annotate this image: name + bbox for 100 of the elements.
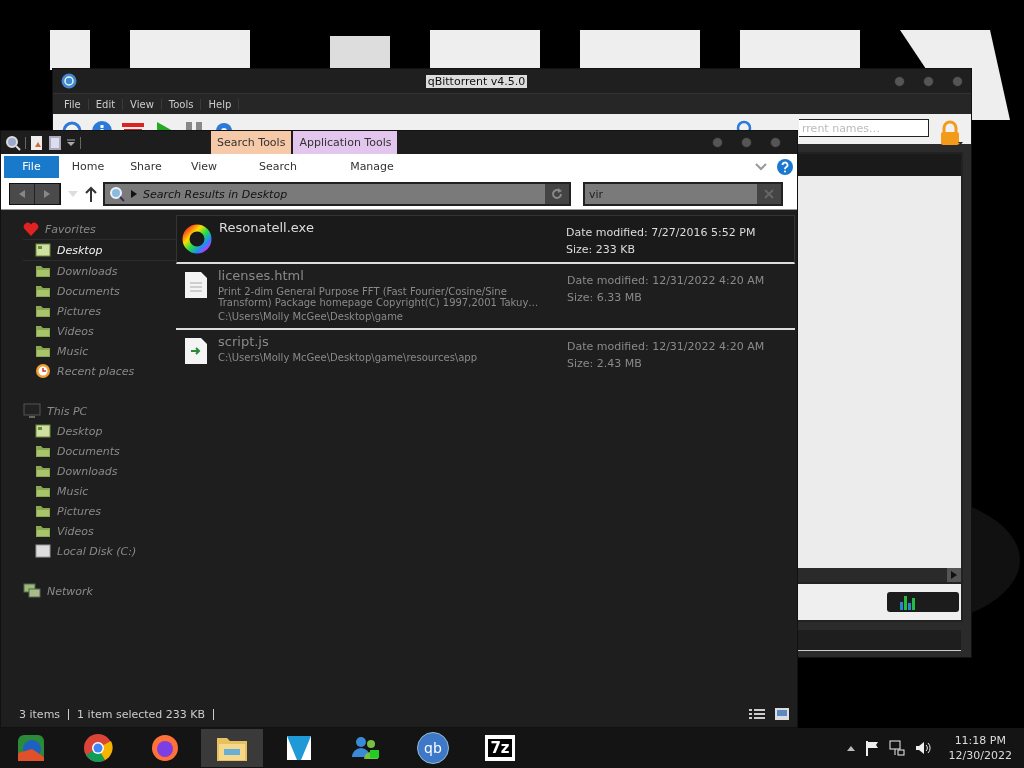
file-size: Size: 233 KB: [566, 243, 637, 256]
nav-item[interactable]: Documents: [23, 441, 176, 461]
nav-item[interactable]: Videos: [23, 521, 176, 541]
folder-icon: [35, 284, 51, 298]
file-path: C:\Users\Molly McGee\Desktop\game\resources\app: [218, 352, 479, 363]
show-hidden-icons-icon[interactable]: [846, 745, 855, 751]
menu-item[interactable]: File: [57, 98, 89, 110]
folder-icon: [35, 524, 51, 538]
browser-icon[interactable]: [83, 733, 113, 763]
network-icon[interactable]: [888, 740, 905, 756]
back-button[interactable]: [10, 184, 35, 204]
document-icon: [184, 271, 208, 299]
date-modified: Date modified: 12/31/2022 4:20 AM: [567, 274, 766, 287]
ribbon-tab[interactable]: View: [175, 155, 233, 178]
folder-icon: [35, 264, 51, 278]
file-size: Size: 6.33 MB: [567, 291, 643, 304]
nav-item[interactable]: Downloads: [23, 461, 176, 481]
browser-icon[interactable]: [150, 733, 180, 763]
ribbon-tab[interactable]: Search: [243, 155, 313, 178]
folder-icon: [35, 464, 51, 478]
arrow-icon[interactable]: [951, 571, 957, 579]
folder-icon: [35, 484, 51, 498]
context-tab[interactable]: Search Tools: [211, 131, 292, 154]
desktop-icon: [35, 243, 51, 257]
search-box[interactable]: vir: [583, 182, 783, 206]
file-path: C:\Users\Molly McGee\Desktop\game: [218, 311, 405, 322]
nav-item[interactable]: Local Disk (C:): [23, 541, 176, 561]
nav-group-header[interactable]: Network: [23, 581, 176, 601]
address-bar[interactable]: Search Results in Desktop: [103, 182, 571, 206]
network-icon: [23, 583, 41, 599]
editor-app-icon[interactable]: [284, 733, 314, 763]
folder-icon: [35, 344, 51, 358]
file-name: licenses.html: [218, 268, 305, 283]
drive-icon: [35, 544, 51, 558]
result-item[interactable]: script.js C:\Users\Molly McGee\Desktop\game\resources\app Date modified: 12/31/2022 4:20 AM Size: 2.43 MB: [176, 330, 795, 376]
folder-icon: [35, 324, 51, 338]
result-item[interactable]: Resonatell.exe Date modified: 7/27/2016 5:52 PM Size: 233 KB: [176, 215, 795, 264]
search-icon[interactable]: [5, 134, 21, 151]
file-name: Resonatell.exe: [219, 220, 315, 235]
menu-item[interactable]: Edit: [88, 98, 124, 110]
help-icon[interactable]: [777, 158, 793, 175]
desktop-icon: [35, 424, 51, 438]
nav-item[interactable]: Recent places: [23, 361, 176, 381]
nav-group-header[interactable]: This PC: [23, 401, 176, 421]
refresh-button[interactable]: [545, 184, 569, 204]
context-tab[interactable]: Application Tools: [293, 131, 398, 154]
scroll-right-button[interactable]: [947, 568, 961, 582]
heart-icon: [23, 221, 39, 237]
clock-date[interactable]: 12/30/2022: [948, 749, 1012, 762]
dropdown-icon[interactable]: [66, 137, 76, 148]
explorer-window[interactable]: [0, 130, 798, 728]
folder-icon: [35, 444, 51, 458]
nav-item[interactable]: Pictures: [23, 501, 176, 521]
monitor-icon: [23, 403, 41, 419]
file-description: Print 2-dim General Purpose FFT (Fast Fourier/Cosine/Sine Transform) Package homepage Copyright(C) 1997,2001 Takuy…: [218, 286, 540, 308]
bar-chart-icon: [899, 594, 915, 610]
nav-item[interactable]: Music: [23, 341, 176, 361]
menu-item[interactable]: Tools: [161, 98, 202, 110]
nav-item[interactable]: Videos: [23, 321, 176, 341]
nav-item[interactable]: Desktop: [23, 239, 176, 261]
color-wheel-icon: [181, 223, 213, 255]
nav-item[interactable]: Pictures: [23, 301, 176, 321]
ribbon-tab[interactable]: Home: [59, 155, 117, 178]
properties-icon[interactable]: [30, 134, 44, 151]
flag-icon[interactable]: [864, 740, 879, 756]
speed-widget[interactable]: [887, 592, 959, 612]
script-file-icon: [184, 337, 208, 365]
people-icon[interactable]: [350, 735, 382, 761]
chevron-icon[interactable]: [755, 162, 767, 171]
clock-time[interactable]: 11:18 PM: [954, 734, 1006, 747]
ribbon-tab[interactable]: Share: [117, 155, 175, 178]
menu-item[interactable]: Help: [201, 98, 240, 110]
details-view-icon[interactable]: [749, 708, 765, 720]
ribbon-tab[interactable]: Manage: [337, 155, 407, 178]
up-arrow-icon[interactable]: [85, 186, 97, 202]
nav-group-header[interactable]: Favorites: [23, 219, 176, 239]
forward-button[interactable]: [35, 184, 60, 204]
refresh-icon[interactable]: [61, 120, 83, 131]
breadcrumb-arrow-icon[interactable]: [131, 190, 137, 198]
media-app-icon[interactable]: [16, 733, 46, 763]
ribbon-tab[interactable]: File: [4, 155, 59, 178]
app-icon[interactable]: 7z: [485, 735, 515, 761]
window-title: qBittorrent v4.5.0: [425, 74, 528, 88]
nav-item[interactable]: Documents: [23, 281, 176, 301]
volume-icon[interactable]: [914, 740, 931, 756]
folder-icon: [35, 504, 51, 518]
search-field[interactable]: vir: [585, 184, 757, 204]
back-arrow-icon[interactable]: [19, 190, 25, 198]
forward-arrow-icon[interactable]: [44, 190, 50, 198]
search-icon: [109, 186, 125, 202]
date-modified: Date modified: 7/27/2016 5:52 PM: [566, 226, 757, 239]
nav-item[interactable]: Music: [23, 481, 176, 501]
status-text: 3 items: [19, 707, 61, 721]
new-folder-icon[interactable]: [48, 134, 62, 151]
nav-item[interactable]: Downloads: [23, 261, 176, 281]
menu-item[interactable]: View: [123, 98, 162, 110]
app-icon[interactable]: qb: [417, 732, 449, 764]
nav-item[interactable]: Desktop: [23, 421, 176, 441]
tiles-view-icon[interactable]: [775, 708, 789, 720]
search-icon[interactable]: [736, 120, 752, 131]
